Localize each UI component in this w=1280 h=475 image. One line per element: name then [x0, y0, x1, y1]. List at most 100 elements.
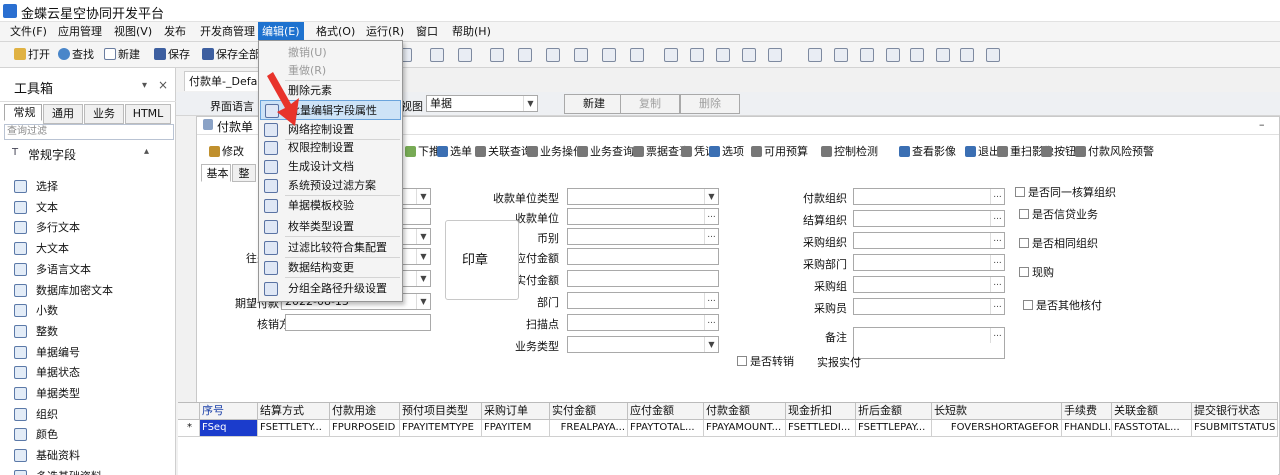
grid-header[interactable]: 提交银行状态	[1192, 403, 1278, 420]
checkbox-1[interactable]: 是否信贷业务	[1019, 206, 1098, 222]
bill-action-14[interactable]: 控制检测	[821, 143, 878, 161]
toolbox-item[interactable]: 大文本	[14, 239, 164, 258]
edit-menu-item-8[interactable]: 单据模板校验	[260, 196, 401, 216]
toolbox-tab-html[interactable]: HTML	[125, 104, 171, 124]
grid-header[interactable]: 采购订单	[482, 403, 550, 420]
grid-header[interactable]: 手续费	[1062, 403, 1112, 420]
menu-1[interactable]: 应用管理	[54, 22, 106, 42]
toolbar-tool-23-icon[interactable]	[936, 48, 950, 62]
toolbar-tool-22-icon[interactable]	[910, 48, 924, 62]
toolbar-tool-18-icon[interactable]	[808, 48, 822, 62]
grid-cell[interactable]: FOVERSHORTAGEFOR	[932, 420, 1062, 437]
toolbox-tab-business[interactable]: 业务	[84, 104, 124, 124]
menu-6[interactable]: 格式(O)	[312, 22, 359, 42]
edit-menu-item-7[interactable]: 系统预设过滤方案	[260, 176, 401, 196]
toolbox-tab-general[interactable]: 常规	[4, 104, 42, 121]
grid-cell[interactable]: FHANDLI...	[1062, 420, 1112, 437]
right-field-input[interactable]: ...	[853, 327, 1005, 359]
toolbar-tool-9-icon[interactable]	[546, 48, 560, 62]
bill-action-12[interactable]: 选项	[709, 143, 744, 161]
checkbox-box[interactable]	[1015, 187, 1025, 197]
checkbox-box[interactable]	[737, 356, 747, 366]
grid-cell[interactable]: FPAYTOTAL...	[628, 420, 704, 437]
bill-action-9[interactable]: 业务查询	[577, 143, 634, 161]
edit-menu-item-11[interactable]: 数据结构变更	[260, 258, 401, 278]
toolbar-tool-20-icon[interactable]	[860, 48, 874, 62]
close-icon[interactable]: ×	[158, 78, 168, 92]
toolbox-tab-common[interactable]: 通用	[43, 104, 83, 124]
document-tab[interactable]: 付款单-_Defau	[184, 71, 270, 91]
grid-cell[interactable]: FSeq	[200, 420, 258, 437]
right-field-input[interactable]: ...	[853, 276, 1005, 293]
right-field-input[interactable]: ...	[853, 188, 1005, 205]
field-group-header[interactable]: T 常规字段 ▴	[12, 144, 162, 164]
menu-4[interactable]: 开发商管理	[196, 22, 259, 42]
toolbox-item[interactable]: 选择	[14, 177, 164, 196]
bill-action-16[interactable]: 退出	[965, 143, 1000, 161]
grid-cell[interactable]: FSETTLEPAY...	[856, 420, 932, 437]
toolbar-tool-15-icon[interactable]	[716, 48, 730, 62]
edit-menu-item-9[interactable]: 枚举类型设置	[260, 217, 401, 237]
toolbar-tool-6-icon[interactable]	[458, 48, 472, 62]
grid-header[interactable]: 付款用途	[330, 403, 400, 420]
toolbar-tool-24-icon[interactable]	[960, 48, 974, 62]
toolbox-item[interactable]: 单据编号	[14, 343, 164, 362]
toolbar-tool-17-icon[interactable]	[768, 48, 782, 62]
delete-view-button[interactable]: 删除	[680, 94, 740, 114]
bill-action-8[interactable]: 业务操作	[527, 143, 584, 161]
toolbar-tool-14-icon[interactable]	[690, 48, 704, 62]
mid-field-input[interactable]: ...	[567, 228, 719, 245]
toolbar-tool-5-icon[interactable]	[430, 48, 444, 62]
checkbox-box[interactable]	[1019, 267, 1029, 277]
checkbox-4[interactable]: 是否其他核付	[1023, 297, 1102, 313]
grid-header[interactable]: 付款金额	[704, 403, 786, 420]
toolbar-tool-12-icon[interactable]	[630, 48, 644, 62]
right-field-input[interactable]: ...	[853, 232, 1005, 249]
bill-action-15[interactable]: 查看影像	[899, 143, 956, 161]
toolbox-item[interactable]: 单据状态	[14, 363, 164, 382]
grid-header[interactable]: 应付金额	[628, 403, 704, 420]
toolbar-tool-19-icon[interactable]	[834, 48, 848, 62]
toolbox-item[interactable]: 基础资料	[14, 446, 164, 465]
right-field-input[interactable]: ...	[853, 254, 1005, 271]
mid-field-input[interactable]	[567, 248, 719, 265]
bill-action-18[interactable]: 按钮	[1041, 143, 1076, 161]
grid-cell[interactable]: FSUBMITSTATUS	[1192, 420, 1278, 437]
checkbox-box[interactable]	[1019, 209, 1029, 219]
grid-cell[interactable]: FSETTLETY...	[258, 420, 330, 437]
grid-cell[interactable]: FASSTOTAL...	[1112, 420, 1192, 437]
toolbar-tool-13-icon[interactable]	[664, 48, 678, 62]
right-field-input[interactable]: ...	[853, 210, 1005, 227]
checkbox-2[interactable]: 是否相同组织	[1019, 235, 1098, 251]
toolbox-item[interactable]: 多行文本	[14, 218, 164, 237]
menu-2[interactable]: 视图(V)	[110, 22, 156, 42]
toolbox-item[interactable]: 单据类型	[14, 384, 164, 403]
toolbar-tool-16-icon[interactable]	[742, 48, 756, 62]
toolbox-item[interactable]: 小数	[14, 301, 164, 320]
mid-field-input[interactable]: ...	[567, 208, 719, 225]
toolbar-tool-7-icon[interactable]	[490, 48, 504, 62]
toolbar-tool-10-icon[interactable]	[574, 48, 588, 62]
edit-menu-item-10[interactable]: 过滤比较符合集配置	[260, 238, 401, 258]
checkbox-0[interactable]: 是否同一核算组织	[1015, 184, 1116, 200]
toolbox-item[interactable]: 数据库加密文本	[14, 281, 164, 300]
bill-action-6[interactable]: 选单	[437, 143, 472, 161]
form-tab-basic[interactable]: 基本	[201, 164, 231, 182]
copy-view-button[interactable]: 复制	[620, 94, 680, 114]
save-all-button[interactable]: 保存全部	[202, 47, 260, 63]
grid-header[interactable]: 现金折扣	[786, 403, 856, 420]
toolbar-tool-21-icon[interactable]	[886, 48, 900, 62]
mid-field-input[interactable]	[567, 270, 719, 287]
left-field-input[interactable]	[285, 314, 431, 331]
new-view-button[interactable]: 新建	[564, 94, 624, 114]
grid-cell[interactable]: FPAYITEMTYPE	[400, 420, 482, 437]
toolbox-item[interactable]: 整数	[14, 322, 164, 341]
grid-header[interactable]: 序号	[200, 403, 258, 420]
find-button[interactable]: 查找	[58, 47, 94, 63]
toolbox-item[interactable]: 文本	[14, 198, 164, 217]
grid-header[interactable]: 长短款	[932, 403, 1062, 420]
chevron-up-icon[interactable]: ▴	[144, 146, 149, 157]
mid-field-input[interactable]: ...	[567, 314, 719, 331]
toolbar-tool-11-icon[interactable]	[602, 48, 616, 62]
save-button[interactable]: 保存	[154, 47, 190, 63]
